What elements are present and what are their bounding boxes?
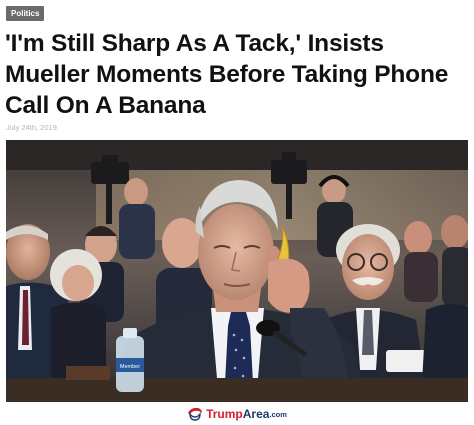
trump-hair-icon: [187, 407, 203, 421]
headline-line-2: Mueller Moments Before Taking Phone: [5, 61, 449, 88]
hearing-photo: Member: [6, 140, 468, 402]
brand-part-2: Area: [242, 406, 270, 421]
publish-date: July 24th, 2019: [6, 123, 57, 132]
headline-line-3: Call On A Banana: [5, 92, 206, 119]
bottle-label: Member: [120, 364, 140, 370]
brand-part-1: Trump: [206, 406, 243, 421]
brand-name: TrumpArea.com: [206, 407, 287, 422]
site-brand[interactable]: TrumpArea.com: [0, 405, 474, 423]
article-page: Politics 'I'm Still Sharp As A Tack,' In…: [0, 0, 474, 425]
article-headline: 'I'm Still Sharp As A Tack,' Insists Mue…: [5, 28, 471, 121]
brand-part-3: .com: [269, 409, 287, 419]
hearing-photo-illustration: Member: [6, 140, 468, 402]
headline-line-1: 'I'm Still Sharp As A Tack,' Insists: [5, 30, 384, 57]
category-badge[interactable]: Politics: [6, 6, 45, 21]
